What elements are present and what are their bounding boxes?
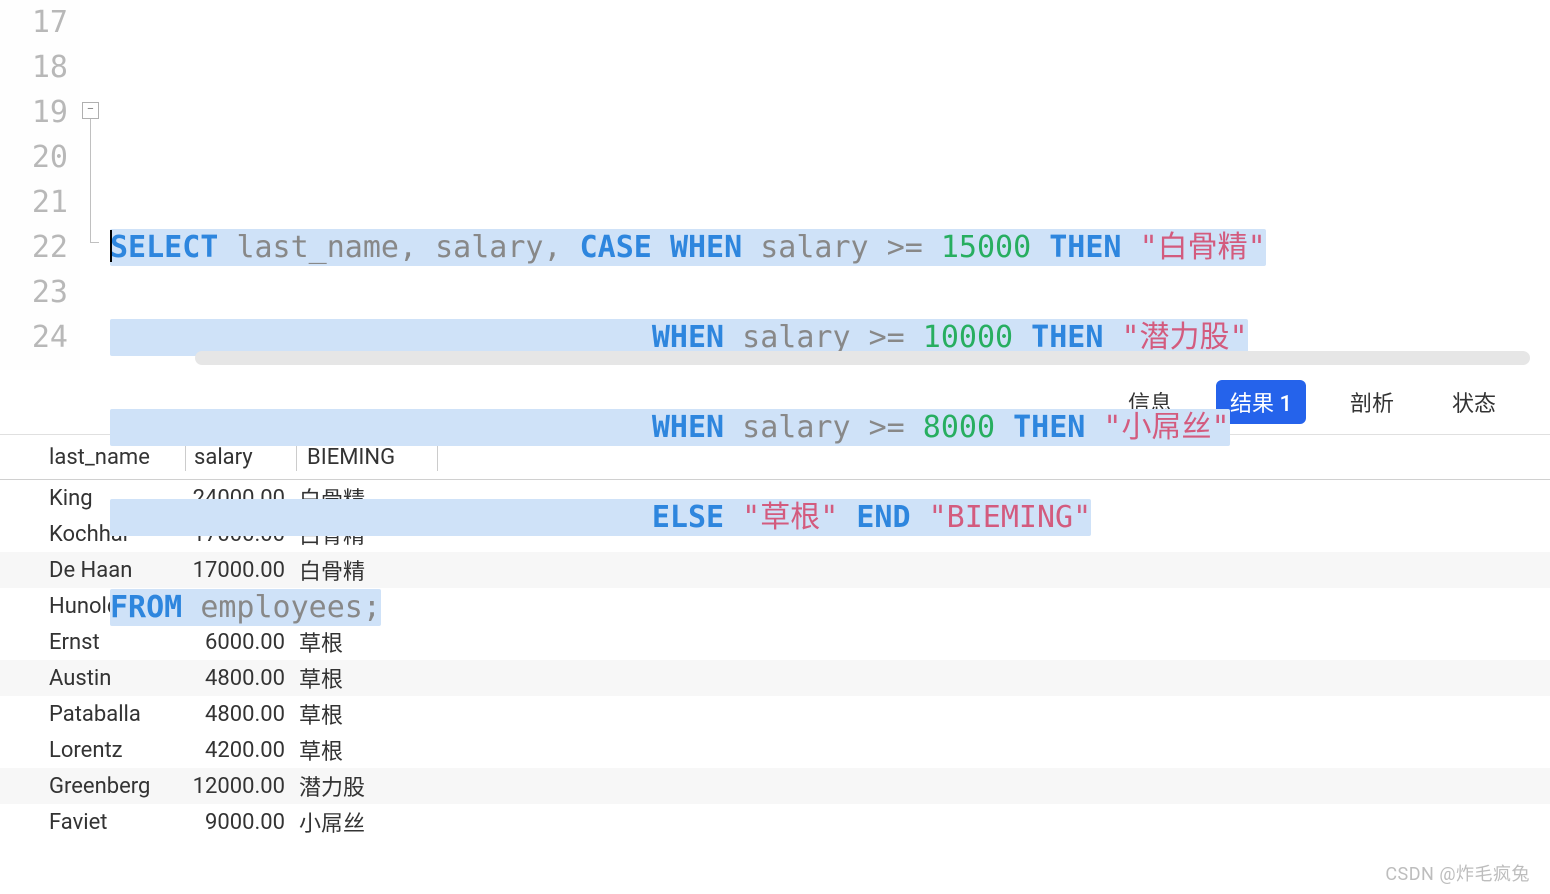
line-number: 21	[0, 180, 80, 225]
id-salary: salary	[760, 230, 868, 265]
fold-toggle-icon[interactable]: −	[82, 102, 99, 119]
str-caogen: "草根"	[742, 500, 838, 535]
kw-when: WHEN	[652, 410, 724, 445]
id-salary: salary	[742, 410, 850, 445]
kw-from: FROM	[110, 590, 182, 625]
text-cursor	[110, 230, 112, 262]
kw-then: THEN	[1031, 320, 1103, 355]
str-qianligu: "潜力股"	[1121, 320, 1247, 355]
kw-then: THEN	[1013, 410, 1085, 445]
line-number-gutter: 17 18 19 20 21 22 23 24	[0, 0, 80, 370]
kw-case: CASE	[580, 230, 652, 265]
kw-then: THEN	[1049, 230, 1121, 265]
fold-column: −	[80, 0, 105, 370]
kw-select: SELECT	[110, 230, 218, 265]
op-gte: >=	[887, 230, 923, 265]
fold-guide-end	[90, 242, 99, 243]
str-baigujing: "白骨精"	[1140, 230, 1266, 265]
op-gte: >=	[869, 320, 905, 355]
kw-end: END	[856, 500, 910, 535]
fold-guide	[90, 119, 91, 242]
comma: ,	[399, 230, 417, 265]
line-number: 22	[0, 225, 80, 270]
num-8000: 8000	[923, 410, 995, 445]
code-content[interactable]: SELECT last_name, salary, CASE WHEN sala…	[105, 0, 1550, 370]
id-employees: employees	[200, 590, 363, 625]
op-gte: >=	[869, 410, 905, 445]
line-number: 20	[0, 135, 80, 180]
semicolon: ;	[363, 590, 381, 625]
line-number: 18	[0, 45, 80, 90]
line-number: 23	[0, 270, 80, 315]
line-number: 19	[0, 90, 80, 135]
kw-when: WHEN	[652, 320, 724, 355]
id-lastname: last_name	[236, 230, 399, 265]
line-number: 17	[0, 0, 80, 45]
sql-editor[interactable]: 17 18 19 20 21 22 23 24 − SELECT last_na…	[0, 0, 1550, 370]
str-bieming: "BIEMING"	[929, 500, 1092, 535]
line-number: 24	[0, 315, 80, 360]
id-salary: salary	[742, 320, 850, 355]
id-salary: salary	[435, 230, 543, 265]
horizontal-scrollbar[interactable]	[195, 351, 1530, 365]
num-10000: 10000	[923, 320, 1013, 355]
watermark-text: CSDN @炸毛疯兔	[1385, 860, 1530, 886]
num-15000: 15000	[941, 230, 1031, 265]
kw-when: WHEN	[670, 230, 742, 265]
comma: ,	[544, 230, 562, 265]
kw-else: ELSE	[652, 500, 724, 535]
str-xiaodiaosi: "小屌丝"	[1103, 410, 1229, 445]
